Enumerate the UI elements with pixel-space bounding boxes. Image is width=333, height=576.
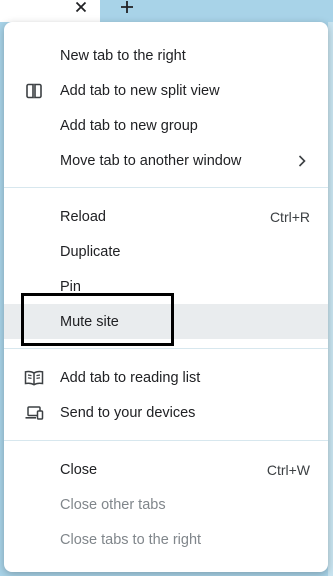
- tab-context-menu: New tab to the right Add tab to new spli…: [4, 22, 328, 572]
- menu-item-send-devices[interactable]: Send to your devices: [4, 395, 328, 430]
- menu-item-mute-site[interactable]: Mute site: [4, 304, 328, 339]
- menu-item-label: Close: [60, 461, 98, 478]
- menu-separator: [4, 440, 328, 441]
- menu-item-close-other-tabs: Close other tabs: [4, 487, 328, 522]
- menu-separator: [4, 187, 328, 188]
- menu-separator: [4, 348, 328, 349]
- menu-item-reload[interactable]: Reload Ctrl+R: [4, 199, 328, 234]
- menu-item-close-tabs-right: Close tabs to the right: [4, 522, 328, 557]
- devices-icon: [24, 403, 44, 423]
- active-tab[interactable]: [0, 0, 100, 22]
- plus-icon[interactable]: [116, 0, 138, 17]
- menu-item-label: Pin: [60, 278, 81, 295]
- close-icon[interactable]: [70, 0, 92, 17]
- menu-item-new-tab-right[interactable]: New tab to the right: [4, 38, 328, 73]
- menu-item-label: Add tab to new group: [60, 117, 198, 134]
- tab-strip: [0, 0, 333, 22]
- menu-item-reading-list[interactable]: Add tab to reading list: [4, 360, 328, 395]
- shortcut-label: Ctrl+R: [269, 208, 310, 225]
- menu-item-label: Add tab to new split view: [60, 82, 220, 99]
- menu-item-label: Move tab to another window: [60, 152, 242, 169]
- chevron-right-icon: [296, 154, 308, 168]
- reading-list-icon: [24, 368, 44, 388]
- menu-item-label: Duplicate: [60, 243, 121, 260]
- menu-item-label: New tab to the right: [60, 47, 186, 64]
- menu-item-label: Close other tabs: [60, 496, 166, 513]
- menu-item-add-split-view[interactable]: Add tab to new split view: [4, 73, 328, 108]
- menu-item-label: Send to your devices: [60, 404, 196, 421]
- menu-item-add-new-group[interactable]: Add tab to new group: [4, 108, 328, 143]
- shortcut-label: Ctrl+W: [266, 461, 310, 478]
- split-view-icon: [24, 81, 44, 101]
- menu-item-label: Reload: [60, 208, 106, 225]
- menu-item-duplicate[interactable]: Duplicate: [4, 234, 328, 269]
- menu-item-label: Add tab to reading list: [60, 369, 201, 386]
- window-edge: [328, 22, 333, 576]
- menu-item-close[interactable]: Close Ctrl+W: [4, 452, 328, 487]
- menu-item-label: Close tabs to the right: [60, 531, 202, 548]
- menu-item-pin[interactable]: Pin: [4, 269, 328, 304]
- menu-item-label: Mute site: [60, 313, 119, 330]
- menu-item-move-tab-window[interactable]: Move tab to another window: [4, 143, 328, 178]
